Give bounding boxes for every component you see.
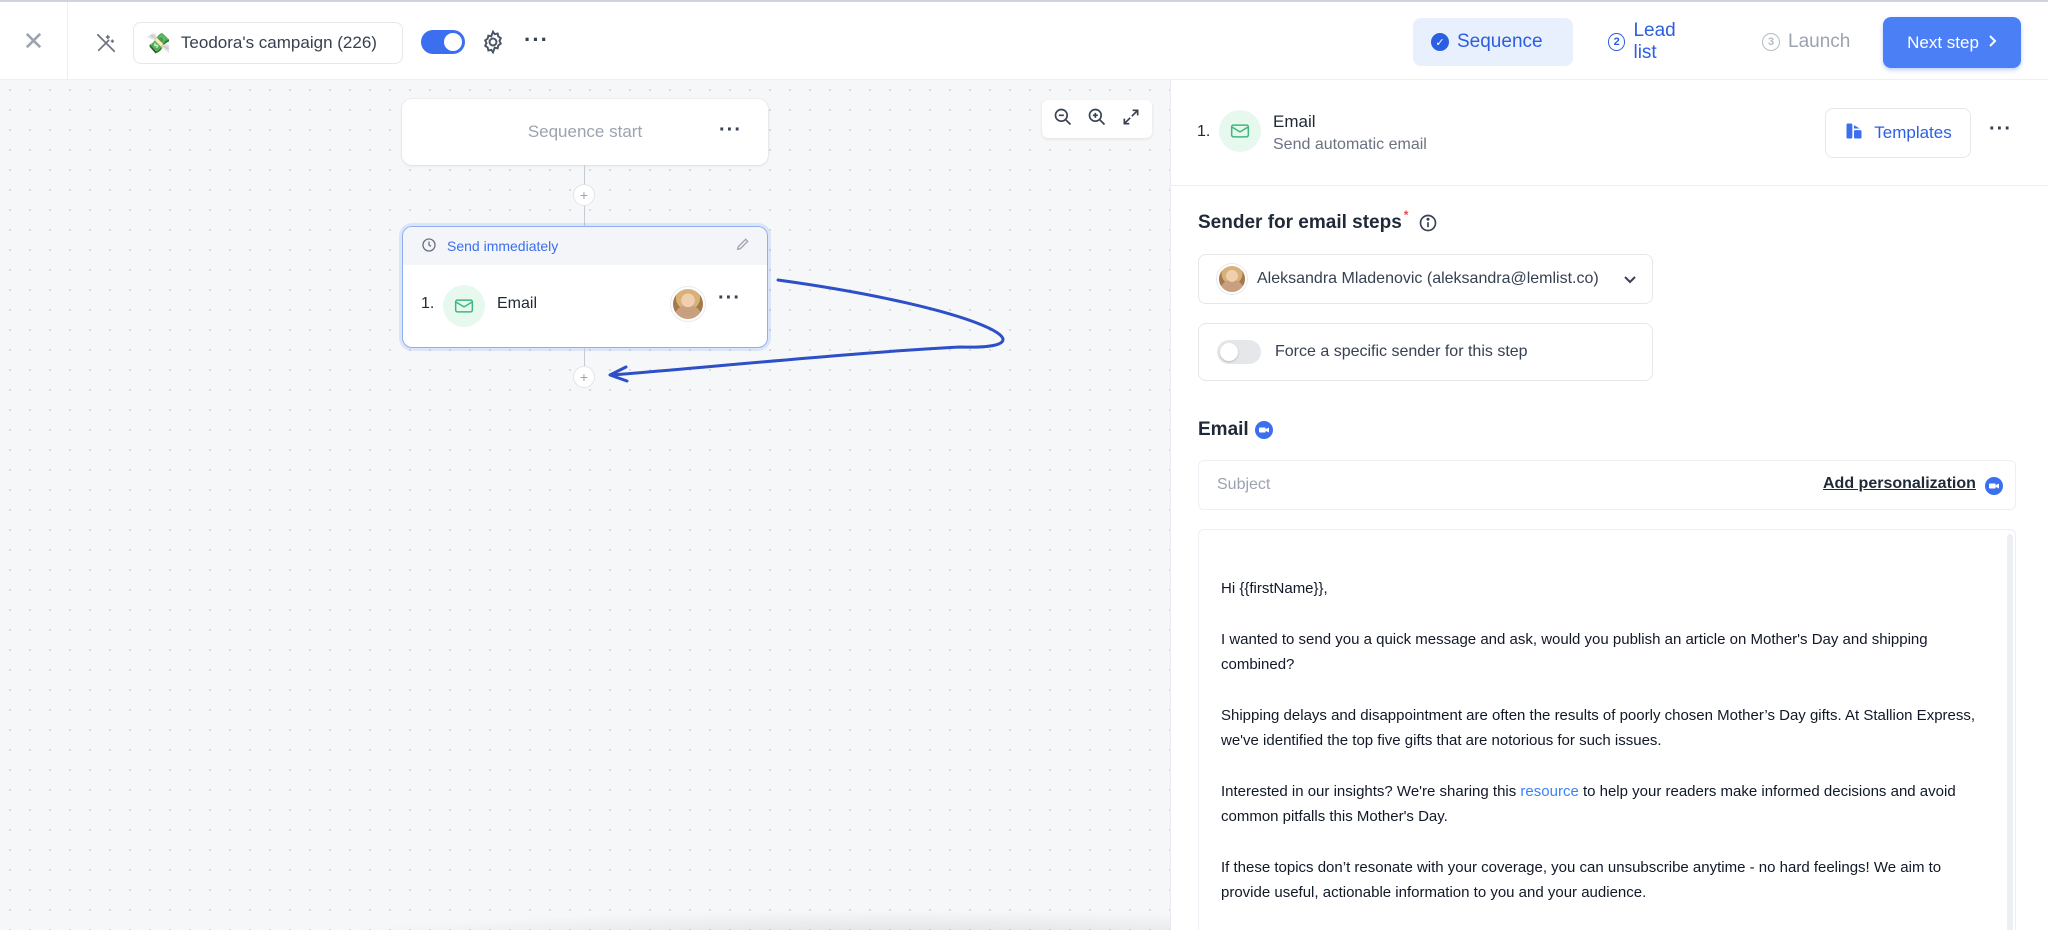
zoom-controls [1042,100,1152,138]
more-options-icon[interactable]: ··· [1989,118,2012,141]
envelope-icon [1219,110,1261,152]
templates-button[interactable]: Templates [1825,108,1971,158]
templates-label: Templates [1874,123,1952,142]
step-number: 1. [1197,123,1211,140]
panel-title: Email [1273,112,1316,131]
step-tab-label: Lead list [1633,20,1676,63]
fit-screen-icon[interactable] [1121,107,1141,132]
panel-header: 1. Email Send automatic email Templates … [1171,80,2048,186]
sender-select-value: Aleksandra Mladenovic (aleksandra@lemlis… [1257,270,1599,287]
video-icon[interactable] [1985,477,2003,495]
top-bar: ✕ 💸 Teodora's campaign (226) ··· ✓ Seque… [0,0,2048,80]
subject-placeholder: Subject [1217,476,1271,493]
email-body-editor[interactable]: Hi {{firstName}}, I wanted to send you a… [1198,529,2016,930]
body-paragraph: If these topics don’t resonate with your… [1221,858,1942,902]
templates-icon [1844,121,1864,146]
more-options-icon[interactable]: ··· [524,27,550,55]
info-icon[interactable] [1418,213,1438,233]
body-paragraph: Shipping delays and disappointment are o… [1221,706,1976,750]
body-text: Interested in our insights? We're sharin… [1221,782,1521,800]
step-body: 1. Email ··· [403,265,767,347]
connector-line [584,348,585,366]
force-sender-row: Force a specific sender for this step [1198,323,1653,381]
step-number: 1. [421,295,435,312]
zoom-out-icon[interactable] [1053,107,1073,132]
subject-input[interactable]: Subject Add personalization [1198,460,2016,510]
step-timing-header[interactable]: Send immediately [403,227,767,265]
step-title: Email [497,295,538,312]
sender-select[interactable]: Aleksandra Mladenovic (aleksandra@lemlis… [1198,254,1653,304]
resource-link[interactable]: resource [1520,783,1578,800]
annotation-arrow [608,278,1005,383]
next-step-button[interactable]: Next step [1883,17,2021,68]
email-body-content[interactable]: Hi {{firstName}}, I wanted to send you a… [1221,576,1981,930]
envelope-icon [443,285,485,327]
step-editor-panel: 1. Email Send automatic email Templates … [1170,80,2048,930]
close-icon[interactable]: ✕ [0,2,68,80]
sender-avatar [671,287,705,321]
campaign-active-toggle[interactable] [421,30,465,54]
step-timing-label: Send immediately [447,238,559,254]
force-sender-label: Force a specific sender for this step [1275,343,1528,360]
zoom-in-icon[interactable] [1087,107,1107,132]
more-options-icon[interactable]: ··· [719,119,742,142]
add-step-plus-icon[interactable]: + [573,366,595,388]
step-number-badge: 2 [1608,33,1626,51]
email-title-text: Email [1198,419,1249,440]
step-number-badge: 3 [1762,33,1780,51]
required-mark: * [1403,208,1409,222]
step-tab-label: Launch [1788,31,1851,52]
pencil-edit-icon[interactable] [735,236,751,255]
check-circle-icon: ✓ [1431,33,1449,51]
sequence-start-node[interactable]: Sequence start ··· [402,99,768,165]
next-step-label: Next step [1907,32,1979,52]
add-personalization-link[interactable]: Add personalization [1823,475,1976,493]
campaign-name: Teodora's campaign (226) [180,33,377,52]
email-step-card[interactable]: Send immediately 1. Email ··· [402,226,768,348]
step-tab-launch[interactable]: 3 Launch [1744,18,1869,66]
body-paragraph: Interested in our insights? We're sharin… [1221,779,1981,830]
sequence-start-label: Sequence start [527,122,643,141]
campaign-name-chip[interactable]: 💸 Teodora's campaign (226) [133,22,403,64]
chevron-down-icon [1622,271,1638,292]
magic-wand-off-icon[interactable] [86,26,126,60]
panel-subtitle: Send automatic email [1273,136,1427,153]
email-section-title: Email [1198,419,1273,441]
sender-section-title: Sender for email steps * [1198,208,1438,234]
sequence-canvas[interactable]: Sequence start ··· + Send immediately 1.… [0,80,1170,930]
step-tab-lead-list[interactable]: 2 Lead list [1590,18,1720,66]
step-tab-label: Sequence [1457,31,1543,52]
sender-title-text: Sender for email steps [1198,212,1402,233]
step-tab-sequence[interactable]: ✓ Sequence [1413,18,1573,66]
gear-icon[interactable] [480,29,506,55]
video-icon[interactable] [1254,421,1273,439]
body-paragraph: I wanted to send you a quick message and… [1221,630,1928,674]
add-step-plus-icon[interactable]: + [573,184,595,206]
editor-scrollbar[interactable] [2007,534,2013,930]
money-emoji-icon: 💸 [146,32,171,55]
body-greeting: Hi {{firstName}}, [1221,580,1328,597]
chevron-right-icon [1987,33,1997,53]
more-options-icon[interactable]: ··· [718,287,741,310]
sender-avatar [1217,264,1247,294]
clock-icon [421,237,437,256]
force-sender-toggle[interactable] [1217,340,1261,364]
